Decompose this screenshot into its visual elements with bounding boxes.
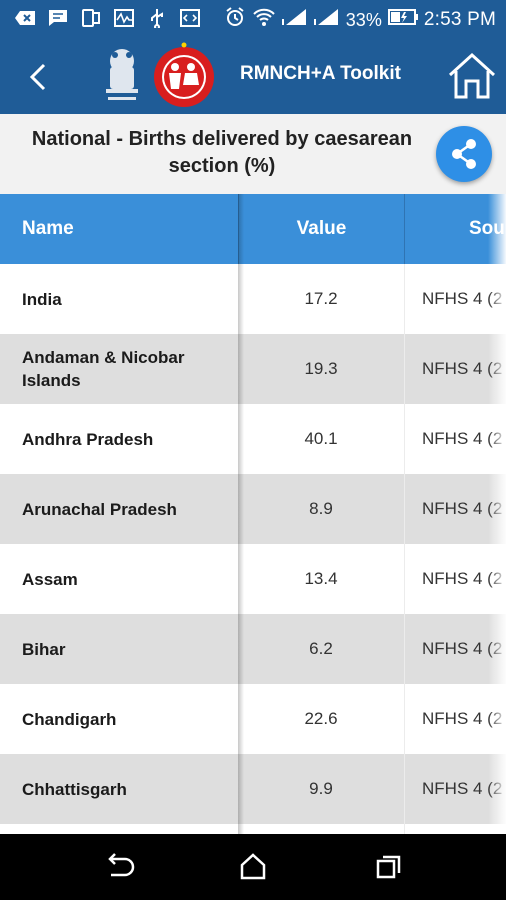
row-value: 13.4: [304, 569, 338, 588]
row-name: India: [22, 289, 62, 309]
header-name[interactable]: Name: [0, 194, 238, 264]
app-bar: RMNCH+A Toolkit: [0, 37, 506, 114]
home-nav-icon[interactable]: [236, 850, 270, 884]
table-row[interactable]: Assam 13.4 NFHS 4 (2: [0, 544, 506, 614]
share-icon: [452, 139, 476, 169]
status-bar: 33% 2:53 PM: [0, 0, 506, 37]
row-name: Chhattisgarh: [22, 779, 127, 799]
signal-2-icon: [313, 7, 340, 33]
recents-nav-icon[interactable]: [372, 850, 406, 884]
row-name: Bihar: [22, 639, 66, 659]
title-band: National - Births delivered by caesarean…: [0, 114, 506, 194]
table-row[interactable]: India 17.2 NFHS 4 (2: [0, 264, 506, 334]
row-value: 17.2: [304, 289, 338, 308]
usb-icon: [146, 8, 168, 28]
system-status: 33% 2:53 PM: [224, 6, 496, 34]
row-name: Chandigarh: [22, 709, 117, 729]
table-row[interactable]: Chhattisgarh 9.9 NFHS 4 (2: [0, 754, 506, 824]
row-value: 22.6: [304, 709, 338, 728]
row-name: Assam: [22, 569, 78, 589]
row-value: 6.2: [309, 639, 333, 658]
back-nav-icon[interactable]: [102, 850, 136, 884]
battery-icon: [387, 9, 418, 31]
cast-icon: [80, 8, 102, 28]
home-icon[interactable]: [446, 51, 498, 101]
nhm-logo: [154, 42, 214, 107]
row-name: Andaman & Nicobar Islands: [22, 348, 185, 390]
battery-percent: 33%: [345, 9, 382, 30]
alarm-icon: [224, 6, 246, 34]
row-name: Andhra Pradesh: [22, 429, 154, 449]
app-title: RMNCH+A Toolkit: [240, 63, 401, 84]
table-header: Name Value Sou: [0, 194, 506, 264]
page-title: National - Births delivered by caesarean…: [31, 128, 413, 177]
row-value: 9.9: [309, 779, 333, 798]
activity-icon: [113, 8, 135, 28]
wifi-icon: [252, 7, 276, 33]
signal-1-icon: [281, 7, 308, 33]
header-value[interactable]: Value: [238, 194, 404, 264]
table-row[interactable]: Arunachal Pradesh 8.9 NFHS 4 (2: [0, 474, 506, 544]
row-value: 19.3: [304, 359, 338, 378]
back-arrow-icon[interactable]: [20, 59, 56, 95]
notification-icons: [14, 8, 201, 28]
code-icon: [179, 8, 201, 28]
back-notification-icon: [14, 8, 36, 28]
national-emblem-logo: [106, 49, 138, 100]
system-nav-bar: [0, 834, 506, 900]
row-value: 8.9: [309, 499, 333, 518]
table-row[interactable]: Chandigarh 22.6 NFHS 4 (2: [0, 684, 506, 754]
row-name: Arunachal Pradesh: [22, 499, 177, 519]
message-icon: [47, 8, 69, 28]
clock: 2:53 PM: [423, 9, 496, 30]
data-table[interactable]: Name Value Sou India 17.2 NFHS 4 (2 Anda…: [0, 194, 506, 834]
table-row[interactable]: Andaman & Nicobar Islands 19.3 NFHS 4 (2: [0, 334, 506, 404]
column-divider: [404, 264, 405, 834]
scroll-edge-fade: [488, 194, 506, 834]
share-button[interactable]: [436, 126, 492, 182]
row-value: 40.1: [304, 429, 338, 448]
table-row[interactable]: Bihar 6.2 NFHS 4 (2: [0, 614, 506, 684]
table-row[interactable]: Andhra Pradesh 40.1 NFHS 4 (2: [0, 404, 506, 474]
